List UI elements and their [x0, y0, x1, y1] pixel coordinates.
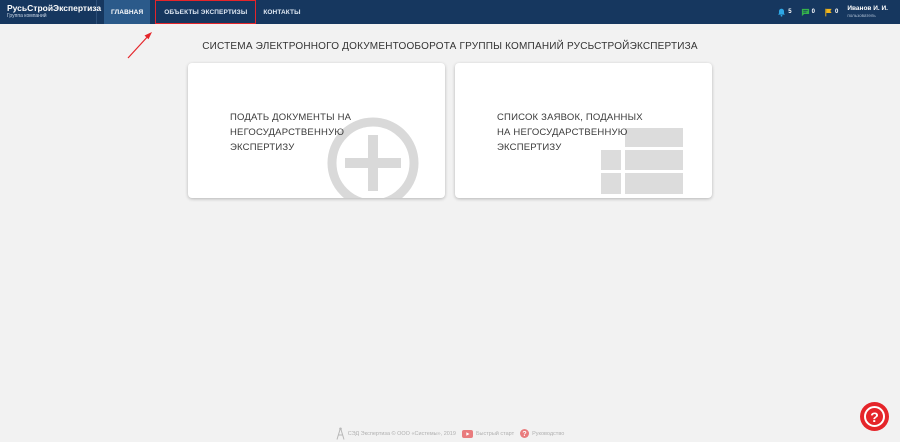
brand-subtitle: Группа компаний	[7, 13, 47, 19]
page-title: СИСТЕМА ЭЛЕКТРОННОГО ДОКУМЕНТООБОРОТА ГР…	[202, 41, 698, 52]
footer: СЭД Экспертиза © ООО «Системы», 2019 Быс…	[0, 427, 900, 440]
nav-item-expertise-objects[interactable]: ОБЪЕКТЫ ЭКСПЕРТИЗЫ	[155, 0, 257, 24]
youtube-icon	[461, 429, 473, 438]
nav-item-contacts[interactable]: КОНТАКТЫ	[256, 0, 307, 24]
messages-button[interactable]: 0	[801, 8, 815, 17]
messages-count: 0	[811, 9, 815, 15]
user-menu[interactable]: Иванов И. И. пользователь	[847, 5, 900, 19]
user-name: Иванов И. И.	[847, 5, 888, 12]
bell-icon	[778, 8, 786, 17]
main-nav: ГЛАВНАЯ ОБЪЕКТЫ ЭКСПЕРТИЗЫ КОНТАКТЫ	[104, 0, 308, 24]
flag-icon	[825, 8, 832, 16]
quick-start-label: Быстрый старт	[475, 430, 515, 437]
chat-icon	[801, 8, 809, 16]
nav-item-home[interactable]: ГЛАВНАЯ	[104, 0, 151, 24]
footer-copyright: СЭД Экспертиза © ООО «Системы», 2019	[336, 427, 456, 440]
manual-link[interactable]: ? Руководство	[520, 429, 564, 438]
top-navbar: РусьСтройЭкспертиза Группа компаний ГЛАВ…	[0, 0, 900, 24]
question-circle-icon: ?	[520, 429, 530, 438]
notifications-button[interactable]: 5	[777, 8, 792, 17]
brand-title: РусьСтройЭкспертиза	[7, 3, 102, 13]
help-button[interactable]: ?	[860, 402, 889, 431]
flags-button[interactable]: 0	[824, 8, 838, 17]
quick-start-link[interactable]: Быстрый старт	[461, 429, 515, 438]
submit-documents-label: ПОДАТЬ ДОКУМЕНТЫ НА НЕГОСУДАРСТВЕННУЮ ЭК…	[230, 112, 352, 153]
applications-list-card[interactable]: СПИСОК ЗАЯВОК, ПОДАННЫХ НА НЕГОСУДАРСТВЕ…	[455, 63, 712, 198]
compass-logo-icon	[336, 427, 345, 440]
notifications-count: 5	[788, 9, 792, 15]
manual-label: Руководство	[532, 430, 565, 437]
copyright-text: СЭД Экспертиза © ООО «Системы», 2019	[347, 430, 456, 437]
svg-text:?: ?	[522, 431, 526, 438]
applications-list-label: СПИСОК ЗАЯВОК, ПОДАННЫХ НА НЕГОСУДАРСТВЕ…	[497, 112, 643, 153]
user-role: пользователь	[847, 13, 876, 18]
flags-count: 0	[834, 9, 839, 15]
submit-documents-card[interactable]: ПОДАТЬ ДОКУМЕНТЫ НА НЕГОСУДАРСТВЕННУЮ ЭК…	[188, 63, 445, 198]
help-question-icon: ?	[864, 406, 885, 427]
brand-logo[interactable]: РусьСтройЭкспертиза Группа компаний	[0, 0, 102, 24]
